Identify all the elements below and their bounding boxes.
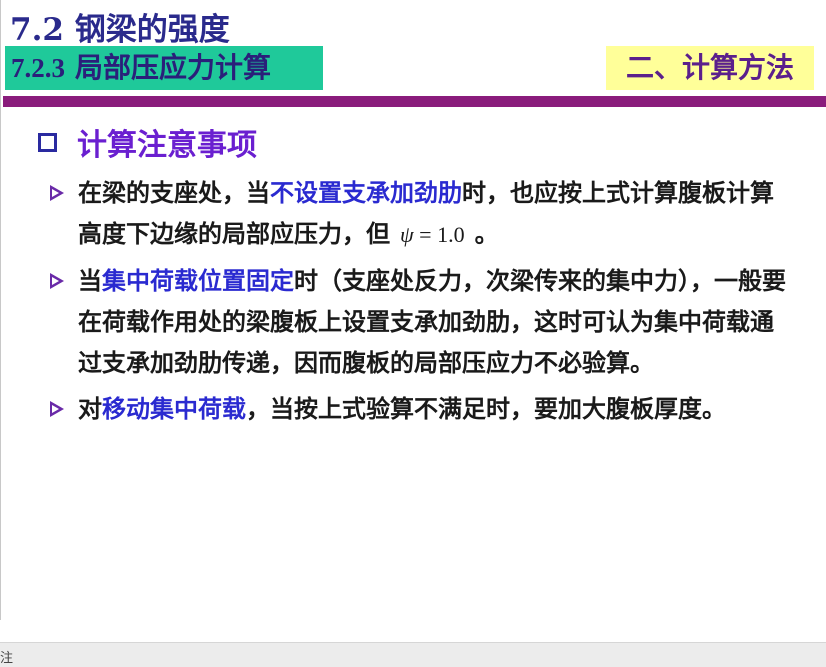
section-number: 7.2.3 bbox=[11, 53, 65, 83]
notes-button[interactable]: 注 bbox=[0, 647, 13, 666]
bullet-highlight: 集中荷载位置固定 bbox=[102, 266, 294, 295]
arrow-bullet-icon bbox=[50, 185, 64, 201]
section-title: 局部压应力计算 bbox=[75, 51, 272, 84]
notes-heading: 计算注意事项 bbox=[38, 120, 257, 164]
bullet-item: 对移动集中荷载，当按上式验算不满足时，要加大腹板厚度。 bbox=[48, 388, 788, 429]
bullet-text: 在梁的支座处，当 bbox=[78, 178, 270, 207]
arrow-bullet-icon bbox=[50, 401, 64, 417]
arrow-bullet-icon bbox=[50, 273, 64, 289]
section-banner: 7.2.3 局部压应力计算 bbox=[5, 46, 323, 90]
bullet-highlight: 不设置支承加劲肋 bbox=[270, 178, 462, 207]
bullet-item: 当集中荷载位置固定时（支座处反力，次梁传来的集中力），一般要在荷载作用处的梁腹板… bbox=[48, 260, 788, 383]
slide-canvas: 7.2 钢梁的强度 7.2.3 局部压应力计算 二、计算方法 计算注意事项 在梁的… bbox=[0, 0, 826, 620]
psi-formula: ψ = 1.0 bbox=[400, 222, 465, 247]
formula-value: = 1.0 bbox=[413, 222, 465, 247]
notes-heading-text: 计算注意事项 bbox=[77, 128, 257, 163]
checkbox-icon bbox=[38, 132, 57, 152]
bullet-item: 在梁的支座处，当不设置支承加劲肋时，也应按上式计算腹板计算高度下边缘的局部应压力… bbox=[48, 172, 788, 255]
title-divider bbox=[3, 96, 826, 107]
slide-title: 7.2 钢梁的强度 bbox=[10, 12, 230, 48]
bullet-text: ，当按上式验算不满足时，要加大腹板厚度。 bbox=[246, 394, 726, 423]
bullet-text: 。 bbox=[474, 219, 499, 248]
method-label: 二、计算方法 bbox=[606, 46, 814, 90]
bullet-highlight: 移动集中荷载 bbox=[102, 394, 246, 423]
formula-symbol: ψ bbox=[400, 222, 414, 247]
bullet-text: 当 bbox=[78, 266, 102, 295]
bullet-list: 在梁的支座处，当不设置支承加劲肋时，也应按上式计算腹板计算高度下边缘的局部应压力… bbox=[48, 172, 788, 434]
bullet-text: 对 bbox=[78, 394, 102, 423]
status-bar: 注 bbox=[0, 642, 826, 667]
